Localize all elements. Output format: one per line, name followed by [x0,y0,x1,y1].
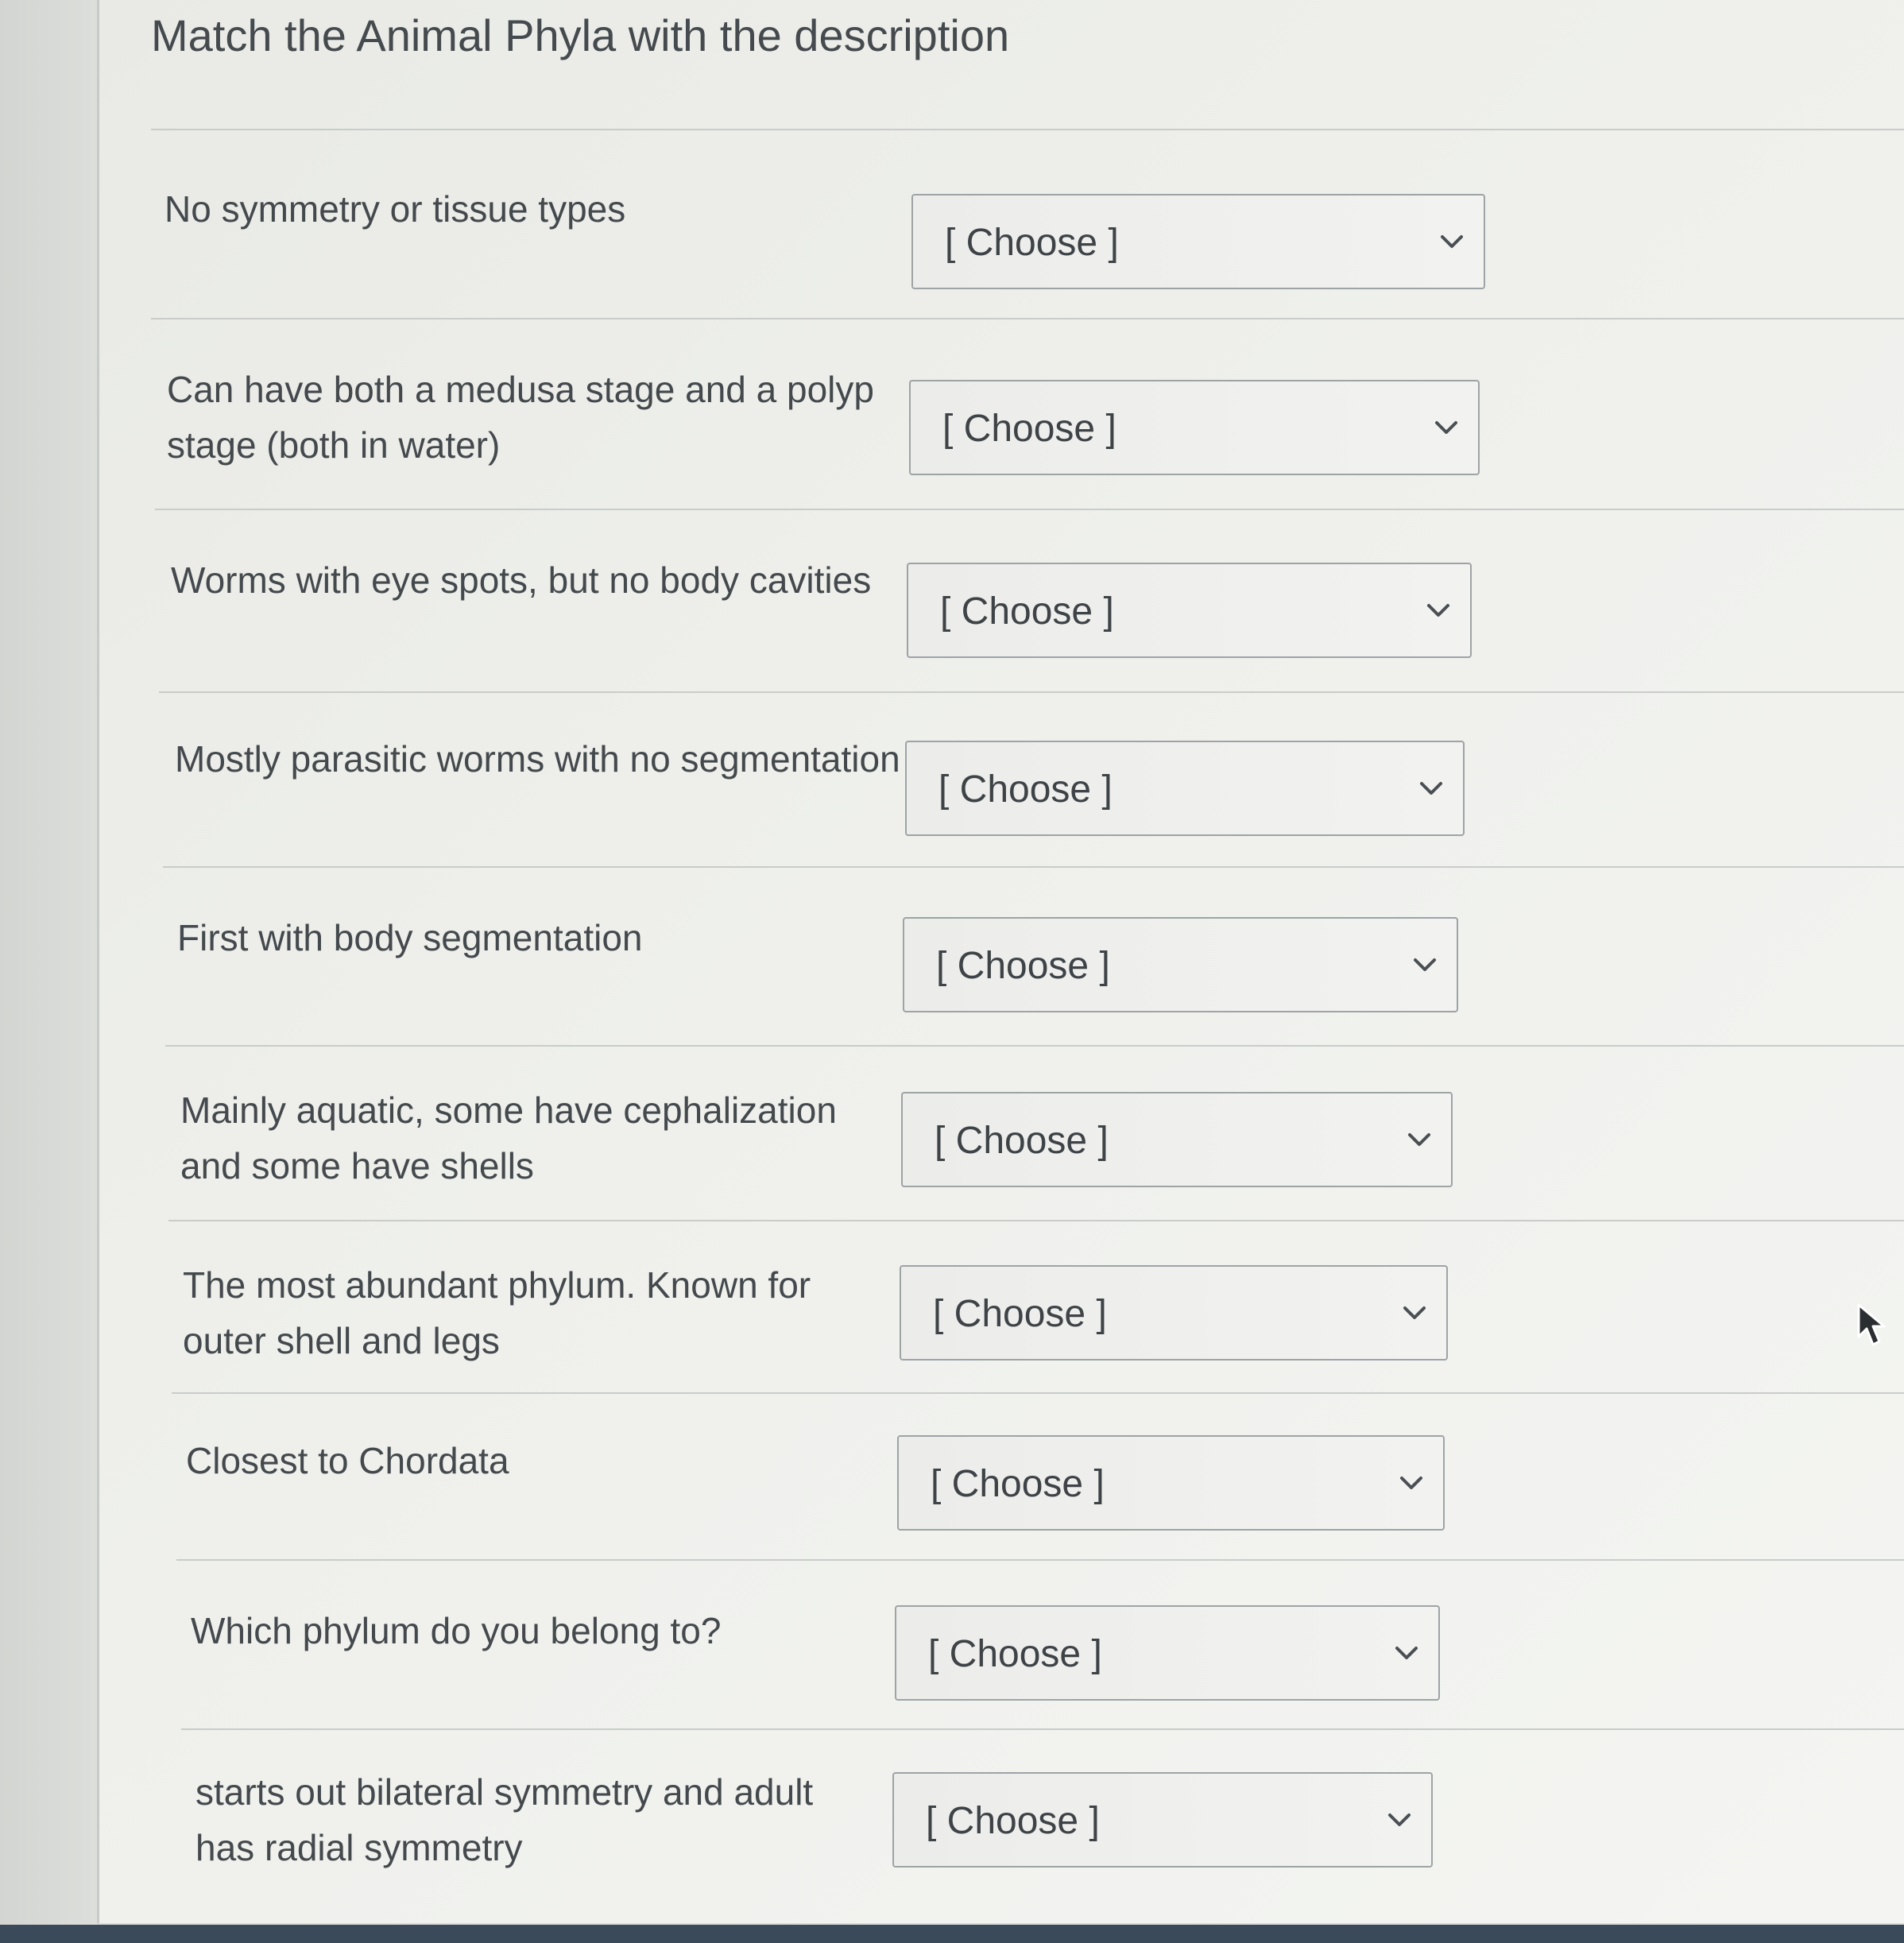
row-divider [181,1728,1904,1730]
chevron-down-icon [1408,1133,1430,1146]
row-divider [155,509,1904,510]
answer-select[interactable]: [ Choose ] [901,1092,1453,1187]
answer-select-value: [ Choose ] [936,945,1110,987]
answer-select-value: [ Choose ] [933,1293,1107,1335]
answer-select-value: [ Choose ] [942,408,1116,450]
chevron-down-icon [1435,421,1457,434]
row-divider [172,1392,1904,1394]
answer-select-value: [ Choose ] [945,222,1119,264]
answer-select[interactable]: [ Choose ] [911,194,1485,289]
question-text: Worms with eye spots, but no body caviti… [171,559,872,601]
answer-select-value: [ Choose ] [935,1120,1109,1162]
chevron-down-icon [1403,1306,1426,1319]
question-text: Closest to Chordata [186,1440,509,1481]
row-divider [176,1559,1904,1561]
question-text: Mostly parasitic worms with no segmentat… [175,738,900,780]
question-title: Match the Animal Phyla with the descript… [151,10,1010,60]
row-divider [163,866,1904,868]
chevron-down-icon [1388,1813,1411,1826]
row-divider [165,1045,1904,1047]
chevron-down-icon [1427,604,1449,617]
screen-bottom-edge [0,1925,1904,1943]
chevron-down-icon [1441,235,1463,248]
row-divider [168,1220,1904,1221]
answer-select[interactable]: [ Choose ] [905,741,1465,836]
question-text: Which phylum do you belong to? [191,1610,722,1651]
answer-select[interactable]: [ Choose ] [909,380,1480,475]
row-divider [159,691,1904,693]
answer-select-value: [ Choose ] [938,768,1113,811]
answer-select[interactable]: [ Choose ] [892,1772,1433,1868]
question-text: Mainly aquatic, some have cephalization … [180,1090,837,1186]
answer-select-value: [ Choose ] [926,1800,1100,1842]
left-background [0,0,97,1943]
answer-select[interactable]: [ Choose ] [900,1265,1448,1360]
answer-select-value: [ Choose ] [928,1633,1102,1675]
question-text: starts out bilateral symmetry and adult … [195,1771,814,1868]
chevron-down-icon [1414,958,1436,971]
question-text: Can have both a medusa stage and a polyp… [167,369,874,466]
question-text: No symmetry or tissue types [164,188,626,230]
question-text: First with body segmentation [177,917,643,958]
title-divider [151,129,1904,130]
answer-select[interactable]: [ Choose ] [895,1605,1440,1701]
question-text: The most abundant phylum. Known for oute… [183,1264,811,1361]
chevron-down-icon [1420,782,1442,795]
chevron-down-icon [1395,1647,1418,1659]
answer-select-value: [ Choose ] [940,590,1114,633]
mouse-cursor-icon [1857,1303,1886,1346]
chevron-down-icon [1400,1477,1422,1489]
answer-select-value: [ Choose ] [931,1463,1105,1505]
row-divider [151,318,1904,319]
answer-select[interactable]: [ Choose ] [897,1435,1445,1531]
answer-select[interactable]: [ Choose ] [903,917,1458,1012]
answer-select[interactable]: [ Choose ] [907,563,1472,658]
